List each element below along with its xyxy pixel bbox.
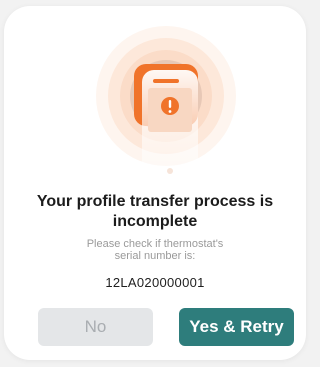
phone-alert-icon <box>96 26 236 180</box>
dialog-title: Your profile transfer process is incompl… <box>36 193 274 230</box>
dialog-subtitle: Please check if thermostat's serial numb… <box>86 238 224 262</box>
no-button[interactable]: No <box>38 308 153 346</box>
phone-alert-illustration <box>4 6 306 196</box>
yes-retry-button[interactable]: Yes & Retry <box>179 308 294 346</box>
transfer-incomplete-dialog: Your profile transfer process is incompl… <box>4 6 306 360</box>
serial-number: 12LA020000001 <box>105 275 205 290</box>
